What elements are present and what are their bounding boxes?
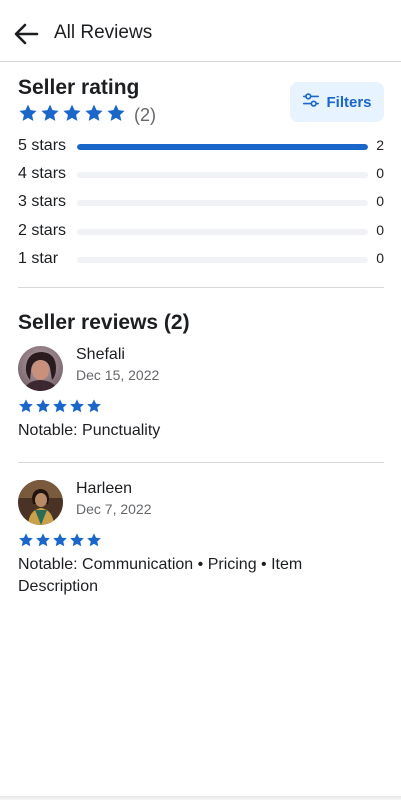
seller-reviews-heading: Seller reviews (2)	[18, 311, 190, 334]
back-arrow-icon[interactable]	[12, 20, 40, 48]
filters-label: Filters	[326, 93, 372, 111]
rating-row-label: 4 stars	[18, 165, 67, 182]
page-title: All Reviews	[54, 22, 153, 43]
top-bar: All Reviews	[0, 0, 401, 62]
rating-bar-fill	[77, 144, 368, 150]
avatar[interactable]	[18, 480, 63, 525]
sliders-icon	[302, 91, 326, 114]
rating-progress-bar	[77, 257, 368, 263]
filters-button[interactable]: Filters	[290, 82, 384, 122]
star-icon	[84, 103, 106, 128]
reviewer-name[interactable]: Harleen	[76, 480, 132, 498]
review-star-rating	[18, 398, 103, 419]
avatar[interactable]	[18, 346, 63, 391]
reviewer-name[interactable]: Shefali	[76, 346, 125, 364]
rating-row-label: 2 stars	[18, 222, 67, 239]
rating-row-label: 5 stars	[18, 137, 67, 154]
rating-row-count: 0	[376, 222, 384, 238]
star-icon	[35, 532, 52, 553]
rating-row-label: 3 stars	[18, 193, 67, 210]
star-icon	[18, 532, 35, 553]
rating-row-count: 0	[376, 193, 384, 209]
rating-row-count: 0	[376, 250, 384, 266]
star-icon	[18, 398, 35, 419]
review-text: Notable: Communication • Pricing • Item …	[18, 556, 303, 595]
rating-row-5[interactable]: 5 stars 2	[18, 137, 384, 157]
star-icon	[52, 398, 69, 419]
star-icon	[106, 103, 128, 128]
rating-count: (2)	[134, 105, 156, 125]
star-icon	[86, 532, 103, 553]
rating-progress-bar	[77, 144, 368, 150]
star-icon	[62, 103, 84, 128]
rating-row-label: 1 star	[18, 250, 59, 267]
bottom-edge	[0, 796, 401, 800]
review-date: Dec 7, 2022	[76, 501, 152, 517]
star-icon	[52, 532, 69, 553]
rating-row-1[interactable]: 1 star 0	[18, 250, 384, 270]
star-icon	[40, 103, 62, 128]
rating-row-3[interactable]: 3 stars 0	[18, 193, 384, 213]
rating-progress-bar	[77, 172, 368, 178]
rating-progress-bar	[77, 229, 368, 235]
star-icon	[69, 398, 86, 419]
review-date: Dec 15, 2022	[76, 367, 160, 383]
star-icon	[18, 103, 40, 128]
star-icon	[86, 398, 103, 419]
overall-star-rating: (2)	[18, 103, 156, 128]
rating-row-4[interactable]: 4 stars 0	[18, 165, 384, 185]
section-divider	[18, 287, 384, 288]
review-star-rating	[18, 532, 103, 553]
review-item: Shefali Dec 15, 2022 Notable: Punctualit…	[18, 346, 384, 446]
rating-progress-bar	[77, 200, 368, 206]
review-divider	[18, 462, 384, 463]
star-icon	[69, 532, 86, 553]
star-icon	[35, 398, 52, 419]
rating-row-count: 2	[376, 137, 384, 153]
rating-row-count: 0	[376, 165, 384, 181]
review-item: Harleen Dec 7, 2022 Notable: Communicati…	[18, 480, 384, 605]
review-text: Notable: Punctuality	[18, 422, 161, 439]
seller-rating-heading: Seller rating	[18, 76, 140, 99]
rating-row-2[interactable]: 2 stars 0	[18, 222, 384, 242]
